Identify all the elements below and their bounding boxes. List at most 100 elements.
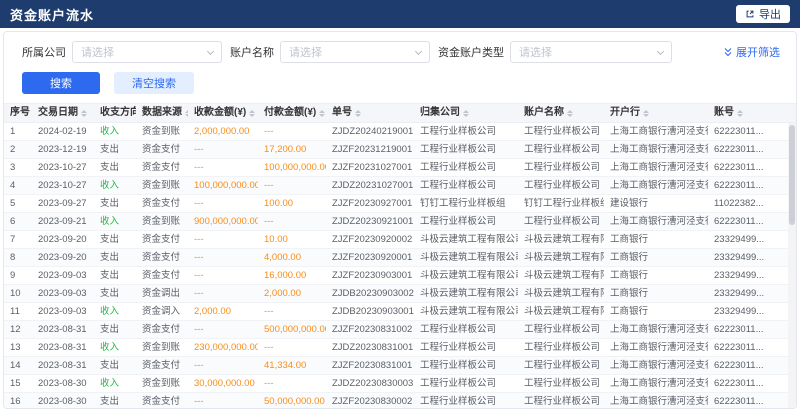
cell-pay: 4,000.00	[258, 249, 326, 266]
table-row: 122023-08-31支出资金支付---500,000,000.00ZJZF2…	[4, 321, 796, 339]
cell-date: 2023-08-31	[32, 357, 94, 374]
cell-accno: 62223011...	[708, 393, 788, 409]
table-header-row: 序号交易日期收支方向数据来源收款金额(¥)付款金额(¥)单号归集公司账户名称开户…	[4, 103, 796, 123]
cell-bank: 上海工商银行漕河泾支行	[604, 357, 708, 374]
column-header-date[interactable]: 交易日期	[32, 104, 94, 122]
account-type-select-placeholder: 请选择	[519, 44, 552, 60]
clear-search-button[interactable]: 清空搜索	[114, 72, 194, 94]
column-header-bank[interactable]: 开户行	[604, 104, 708, 122]
company-select[interactable]: 请选择	[72, 41, 222, 63]
account-name-select[interactable]: 请选择	[280, 41, 430, 63]
sort-icon[interactable]	[355, 110, 361, 117]
column-header-source[interactable]: 数据来源	[136, 104, 188, 122]
sort-icon[interactable]	[737, 110, 743, 117]
cell-date: 2023-08-31	[32, 339, 94, 356]
cell-order: ZJZF20230830002	[326, 393, 414, 409]
sort-icon[interactable]	[81, 110, 87, 117]
cell-account: 工程行业样板公司	[518, 375, 604, 392]
column-header-no: 序号	[4, 104, 32, 122]
cell-receive: ---	[188, 231, 258, 248]
cell-company: 斗极云建筑工程有限公司	[414, 231, 518, 248]
sort-icon[interactable]	[567, 110, 573, 117]
cell-no: 7	[4, 231, 32, 248]
cell-pay: 41,334.00	[258, 357, 326, 374]
cell-accno: 23329499...	[708, 231, 788, 248]
cell-receive: 100,000,000.00	[188, 177, 258, 194]
cell-bank: 上海工商银行漕河泾支行	[604, 321, 708, 338]
column-header-company[interactable]: 归集公司	[414, 104, 518, 122]
cell-source: 资金调出	[136, 285, 188, 302]
cell-no: 10	[4, 285, 32, 302]
filter-account-name: 账户名称 请选择	[230, 41, 430, 63]
sort-icon[interactable]	[319, 110, 325, 117]
cell-account: 斗极云建筑工程有限公司	[518, 249, 604, 266]
cell-receive: ---	[188, 159, 258, 176]
cell-direction: 收入	[94, 177, 136, 194]
cell-order: ZJDZ20231027001	[326, 177, 414, 194]
table-body: 12024-02-19收入资金到账2,000,000.00---ZJDZ2024…	[4, 123, 796, 409]
vertical-scrollbar[interactable]	[788, 123, 796, 409]
sort-icon[interactable]	[249, 110, 255, 117]
sort-icon[interactable]	[643, 110, 649, 117]
column-header-direction[interactable]: 收支方向	[94, 104, 136, 122]
sort-icon[interactable]	[463, 110, 469, 117]
column-header-pay[interactable]: 付款金额(¥)	[258, 104, 326, 122]
cell-date: 2023-09-27	[32, 195, 94, 212]
cell-no: 11	[4, 303, 32, 320]
export-button[interactable]: 导出	[736, 5, 790, 23]
column-header-receive[interactable]: 收款金额(¥)	[188, 104, 258, 122]
cell-pay: 100.00	[258, 195, 326, 212]
table-row: 92023-09-03支出资金支付---16,000.00ZJZF2023090…	[4, 267, 796, 285]
cell-pay: ---	[258, 213, 326, 230]
cell-source: 资金支付	[136, 267, 188, 284]
cell-bank: 工商银行	[604, 267, 708, 284]
cell-company: 斗极云建筑工程有限公司	[414, 285, 518, 302]
cell-bank: 工商银行	[604, 303, 708, 320]
filter-account-type: 资金账户类型 请选择	[438, 41, 672, 63]
cell-bank: 上海工商银行漕河泾支行	[604, 177, 708, 194]
cell-no: 8	[4, 249, 32, 266]
cell-date: 2023-09-03	[32, 303, 94, 320]
column-header-order[interactable]: 单号	[326, 104, 414, 122]
cell-accno: 62223011...	[708, 375, 788, 392]
column-header-account[interactable]: 账户名称	[518, 104, 604, 122]
cell-date: 2023-08-31	[32, 321, 94, 338]
cell-receive: ---	[188, 321, 258, 338]
cell-receive: ---	[188, 267, 258, 284]
account-type-select[interactable]: 请选择	[510, 41, 672, 63]
cell-order: ZJZF20231219001	[326, 141, 414, 158]
search-button[interactable]: 搜索	[22, 72, 100, 94]
cell-accno: 62223011...	[708, 321, 788, 338]
cell-company: 工程行业样板公司	[414, 339, 518, 356]
cell-receive: 30,000,000.00	[188, 375, 258, 392]
cell-direction: 支出	[94, 267, 136, 284]
cell-company: 工程行业样板公司	[414, 177, 518, 194]
cell-no: 6	[4, 213, 32, 230]
cell-receive: ---	[188, 357, 258, 374]
cell-direction: 支出	[94, 195, 136, 212]
cell-receive: 2,000,000.00	[188, 123, 258, 140]
cell-source: 资金支付	[136, 141, 188, 158]
cell-company: 工程行业样板公司	[414, 357, 518, 374]
chevron-double-down-icon	[723, 47, 733, 57]
expand-filters-link[interactable]: 展开筛选	[723, 44, 784, 60]
cell-direction: 收入	[94, 123, 136, 140]
cell-source: 资金到账	[136, 213, 188, 230]
cell-receive: ---	[188, 285, 258, 302]
cell-bank: 上海工商银行漕河泾支行	[604, 339, 708, 356]
table-row: 42023-10-27收入资金到账100,000,000.00---ZJDZ20…	[4, 177, 796, 195]
cell-account: 斗极云建筑工程有限公司	[518, 267, 604, 284]
cell-pay: ---	[258, 339, 326, 356]
column-header-accno[interactable]: 账号	[708, 104, 788, 122]
table-row: 82023-09-20支出资金支付---4,000.00ZJZF20230920…	[4, 249, 796, 267]
cell-order: ZJDZ20230830003	[326, 375, 414, 392]
cell-no: 4	[4, 177, 32, 194]
cell-account: 斗极云建筑工程有限公司	[518, 303, 604, 320]
cell-receive: 2,000.00	[188, 303, 258, 320]
cell-no: 9	[4, 267, 32, 284]
cell-direction: 支出	[94, 159, 136, 176]
cell-company: 工程行业样板公司	[414, 393, 518, 409]
scrollbar-thumb[interactable]	[789, 125, 795, 225]
cell-source: 资金支付	[136, 357, 188, 374]
column-label: 序号	[10, 104, 30, 122]
